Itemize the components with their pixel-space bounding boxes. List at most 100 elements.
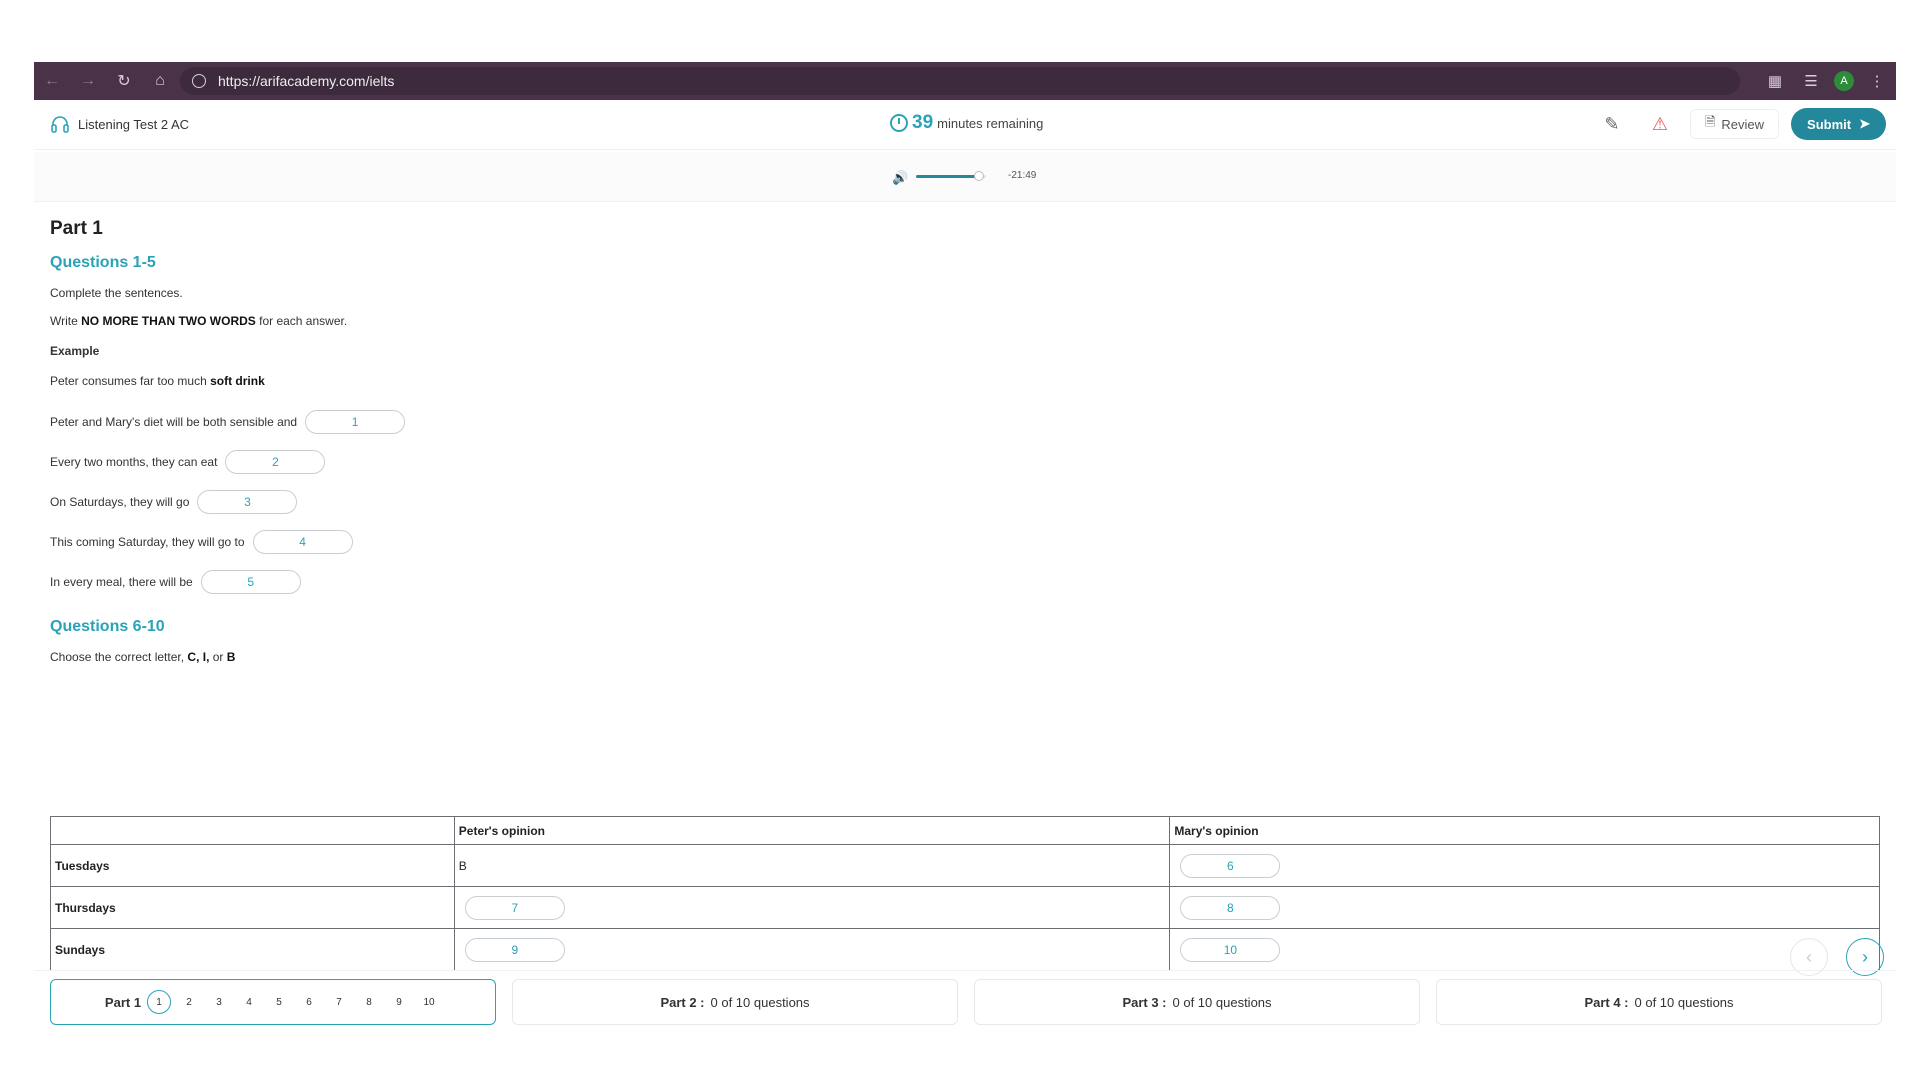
sentence-text: In every meal, there will be: [50, 575, 193, 589]
answer-input-1[interactable]: 1: [305, 410, 406, 434]
test-header: Listening Test 2 AC 39 minutes remaining…: [34, 100, 1896, 150]
volume-slider[interactable]: [916, 171, 986, 181]
answer-input-5[interactable]: 5: [200, 570, 301, 594]
review-label: Review: [1721, 116, 1765, 132]
answer-input-7[interactable]: 7: [464, 895, 565, 920]
sentence-text: On Saturdays, they will go: [50, 495, 190, 509]
send-icon: ➤: [1859, 116, 1870, 131]
audio-player: 🔊 -21:49: [34, 152, 1896, 202]
part-1-card[interactable]: Part 1 1 2 3 4 5 6 7 8 9 10: [50, 979, 496, 1025]
part-title: Part 1: [50, 218, 103, 239]
warning-icon[interactable]: ⚠: [1642, 108, 1678, 140]
sentence-text: Peter and Mary's diet will be both sensi…: [50, 415, 298, 429]
app-frame: ← → ↻ ⌂ https://arifacademy.com/ielts ▦ …: [34, 62, 1896, 1025]
part-4-card[interactable]: Part 4 : 0 of 10 questions: [1436, 979, 1882, 1025]
answer-input-3[interactable]: 3: [197, 490, 298, 514]
browser-toolbar: ← → ↻ ⌂ https://arifacademy.com/ielts ▦ …: [34, 62, 1896, 100]
parts-footer: Part 1 1 2 3 4 5 6 7 8 9 10 Part 2 : 0 o…: [34, 970, 1896, 1030]
sentence-text: This coming Saturday, they will go to: [50, 535, 245, 549]
sentence-list: Peter and Mary's diet will be both sensi…: [50, 402, 1880, 602]
reload-icon[interactable]: ↻: [106, 62, 142, 100]
home-icon[interactable]: ⌂: [142, 62, 178, 100]
questions-6-10-heading: Questions 6-10: [50, 618, 165, 635]
answer-input-9[interactable]: 9: [464, 937, 565, 962]
forward-icon[interactable]: →: [70, 62, 106, 100]
volume-icon[interactable]: 🔊: [892, 170, 908, 186]
question-number[interactable]: 4: [237, 990, 261, 1014]
example-sentence: Peter consumes far too much soft drink: [50, 374, 1880, 388]
back-icon[interactable]: ←: [34, 62, 70, 100]
review-button[interactable]: 🗎 Review: [1689, 109, 1780, 139]
notes-icon[interactable]: ✎: [1594, 108, 1630, 140]
part-3-status: 0 of 10 questions: [1172, 994, 1272, 1010]
part-2-status: 0 of 10 questions: [710, 994, 810, 1010]
audio-time: -21:49: [1008, 170, 1037, 181]
test-title: Listening Test 2 AC: [78, 116, 190, 132]
clock-icon: [890, 114, 908, 132]
instruction-complete: Complete the sentences.: [50, 286, 183, 300]
question-number[interactable]: 8: [357, 990, 381, 1014]
table-row: Sundays 9 10: [50, 928, 1880, 971]
example-pre: Peter consumes far too much: [50, 374, 211, 388]
answer-input-6[interactable]: 6: [1180, 853, 1281, 878]
test-title-group: Listening Test 2 AC: [50, 114, 189, 134]
part-3-label: Part 3 :: [1122, 994, 1167, 1010]
question-number[interactable]: 10: [417, 990, 441, 1014]
instruction-post: for each answer.: [255, 314, 348, 328]
sentence-row: In every meal, there will be 5: [50, 562, 1880, 602]
question-number[interactable]: 5: [267, 990, 291, 1014]
question-number[interactable]: 1: [147, 990, 172, 1014]
question-number[interactable]: 2: [177, 990, 201, 1014]
answer-input-10[interactable]: 10: [1180, 937, 1281, 962]
table-day-cell: Sundays: [50, 928, 455, 971]
table-cell: 6: [1169, 844, 1880, 887]
question-number[interactable]: 9: [387, 990, 411, 1014]
headphones-icon: [51, 116, 69, 133]
media-icon[interactable]: ☰: [1798, 72, 1824, 90]
instruction-word-limit: Write NO MORE THAN TWO WORDS for each an…: [50, 314, 1880, 328]
sentence-row: On Saturdays, they will go 3: [50, 482, 1880, 522]
choose-bold: C, I,: [187, 650, 210, 664]
submit-button[interactable]: Submit ➤: [1791, 108, 1886, 140]
sentence-row: Peter and Mary's diet will be both sensi…: [50, 402, 1880, 442]
address-bar[interactable]: https://arifacademy.com/ielts: [180, 67, 1740, 95]
table-cell: B: [453, 844, 1171, 887]
question-number[interactable]: 7: [327, 990, 351, 1014]
submit-label: Submit: [1807, 116, 1852, 132]
site-info-icon[interactable]: [192, 74, 206, 88]
url-text: https://arifacademy.com/ielts: [218, 73, 395, 89]
volume-fill: [916, 175, 979, 178]
header-actions: ✎ ⚠ 🗎 Review Submit ➤: [1594, 108, 1886, 140]
table-day-cell: Tuesdays: [50, 844, 455, 887]
answer-input-2[interactable]: 2: [225, 450, 326, 474]
menu-icon[interactable]: ⋮: [1864, 72, 1890, 90]
opinion-table: Peter's opinion Mary's opinion Tuesdays …: [50, 816, 1880, 971]
table-header: Mary's opinion: [1169, 816, 1880, 845]
sentence-row: Every two months, they can eat 2: [50, 442, 1880, 482]
extensions-icon[interactable]: ▦: [1762, 72, 1788, 90]
timer-label: minutes remaining: [937, 115, 1044, 131]
table-row: Thursdays 7 8: [50, 886, 1880, 929]
question-number[interactable]: 6: [297, 990, 321, 1014]
table-header: [50, 816, 455, 845]
timer: 39 minutes remaining: [890, 112, 1043, 134]
table-cell: 10: [1169, 928, 1880, 971]
answer-input-4[interactable]: 4: [252, 530, 353, 554]
choose-mid: or: [209, 650, 227, 664]
sentence-text: Every two months, they can eat: [50, 455, 218, 469]
part-3-card[interactable]: Part 3 : 0 of 10 questions: [974, 979, 1420, 1025]
part-4-status: 0 of 10 questions: [1634, 994, 1734, 1010]
part-2-card[interactable]: Part 2 : 0 of 10 questions: [512, 979, 958, 1025]
avatar[interactable]: A: [1834, 71, 1854, 91]
question-number[interactable]: 3: [207, 990, 231, 1014]
table-header: Peter's opinion: [453, 816, 1171, 845]
questions-1-5-heading: Questions 1-5: [50, 254, 156, 271]
answer-input-8[interactable]: 8: [1180, 895, 1281, 920]
volume-knob[interactable]: [974, 171, 984, 181]
example-label: Example: [50, 344, 100, 358]
table-header-row: Peter's opinion Mary's opinion: [50, 816, 1880, 845]
instruction-pre: Write: [50, 314, 82, 328]
part-1-label: Part 1: [104, 994, 142, 1010]
choose-bold2: B: [226, 650, 236, 664]
table-cell: 8: [1169, 886, 1880, 929]
